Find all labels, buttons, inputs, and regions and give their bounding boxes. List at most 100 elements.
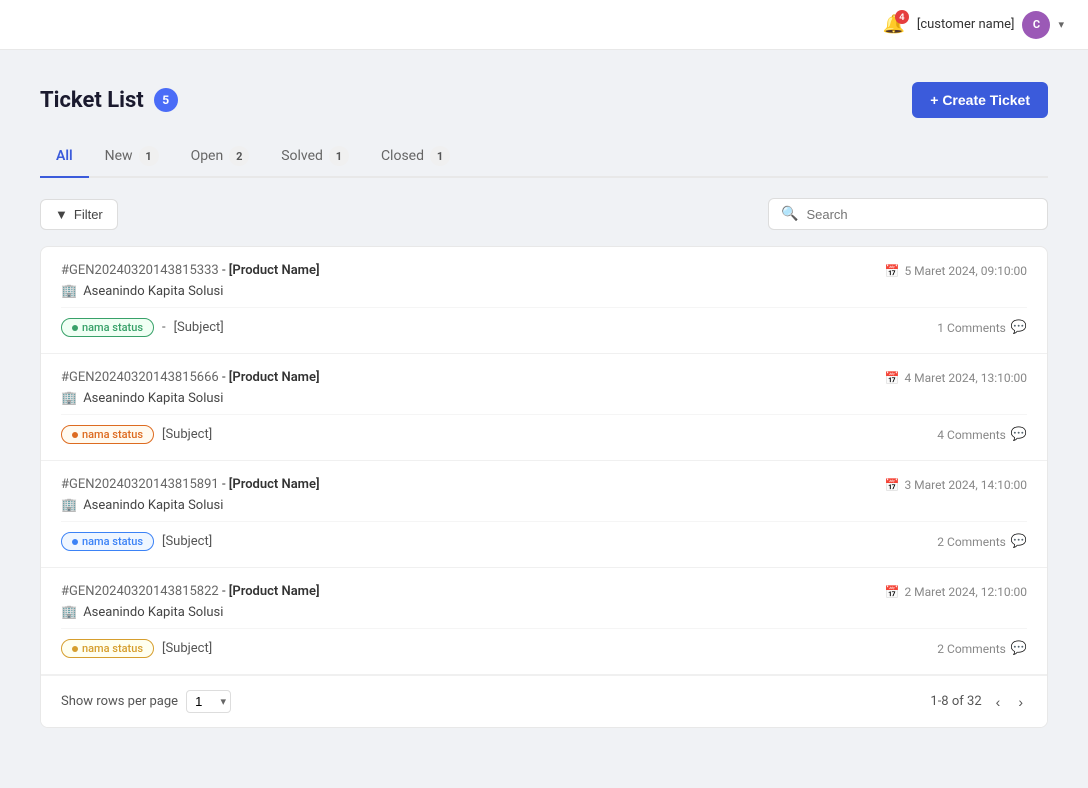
page-header: Ticket List 5 + Create Ticket bbox=[40, 82, 1048, 118]
ticket-subject-value: [Subject] bbox=[162, 641, 212, 656]
filter-icon: ▼ bbox=[55, 207, 68, 222]
ticket-id: #GEN20240320143815333 bbox=[61, 263, 219, 278]
ticket-top-row: #GEN20240320143815891 - [Product Name] 📅… bbox=[61, 477, 1027, 492]
ticket-subject-value: [Subject] bbox=[162, 534, 212, 549]
company-icon: 🏢 bbox=[61, 391, 77, 406]
status-badge: nama status bbox=[61, 639, 154, 658]
ticket-id-product: #GEN20240320143815333 - [Product Name] bbox=[61, 263, 320, 278]
status-dot bbox=[72, 325, 78, 331]
ticket-date: 📅 5 Maret 2024, 09:10:00 bbox=[885, 264, 1028, 278]
notification-button[interactable]: 🔔 4 bbox=[882, 14, 904, 35]
ticket-status-subject: nama status [Subject] bbox=[61, 532, 212, 551]
user-menu[interactable]: [customer name] C ▾ bbox=[917, 11, 1064, 39]
user-name-label: [customer name] bbox=[917, 17, 1015, 32]
rows-per-page-select[interactable]: 1 5 10 25 bbox=[186, 690, 231, 713]
tabs-bar: All New 1 Open 2 Solved 1 Closed 1 bbox=[40, 138, 1048, 178]
search-box[interactable]: 🔍 bbox=[768, 198, 1048, 230]
ticket-product: [Product Name] bbox=[229, 584, 320, 599]
next-page-button[interactable]: › bbox=[1014, 692, 1027, 712]
tab-solved[interactable]: Solved 1 bbox=[265, 138, 365, 178]
ticket-status-subject: nama status [Subject] bbox=[61, 425, 212, 444]
filter-button[interactable]: ▼ Filter bbox=[40, 199, 118, 230]
tab-open[interactable]: Open 2 bbox=[175, 138, 266, 178]
status-dot bbox=[72, 646, 78, 652]
page-title: Ticket List bbox=[40, 88, 144, 113]
search-input[interactable] bbox=[806, 207, 1035, 222]
topnav: 🔔 4 [customer name] C ▾ bbox=[0, 0, 1088, 50]
calendar-icon: 📅 bbox=[885, 264, 900, 278]
ticket-product: [Product Name] bbox=[229, 477, 320, 492]
ticket-company-row: 🏢 Aseanindo Kapita Solusi bbox=[61, 498, 1027, 522]
ticket-top-row: #GEN20240320143815666 - [Product Name] 📅… bbox=[61, 370, 1027, 385]
ticket-top-row: #GEN20240320143815822 - [Product Name] 📅… bbox=[61, 584, 1027, 599]
pagination-range: 1-8 of 32 bbox=[930, 694, 981, 709]
table-row[interactable]: #GEN20240320143815891 - [Product Name] 📅… bbox=[41, 461, 1047, 568]
ticket-id-product: #GEN20240320143815891 - [Product Name] bbox=[61, 477, 320, 492]
tickets-container: #GEN20240320143815333 - [Product Name] 📅… bbox=[40, 246, 1048, 728]
comment-icon: 💬 bbox=[1011, 427, 1027, 442]
filter-label: Filter bbox=[74, 207, 103, 222]
comment-icon: 💬 bbox=[1011, 534, 1027, 549]
main-content: Ticket List 5 + Create Ticket All New 1 … bbox=[0, 50, 1088, 760]
ticket-product: [Product Name] bbox=[229, 370, 320, 385]
table-row[interactable]: #GEN20240320143815666 - [Product Name] 📅… bbox=[41, 354, 1047, 461]
pagination-row: Show rows per page 1 5 10 25 1-8 of 32 ‹ bbox=[41, 675, 1047, 727]
toolbar: ▼ Filter 🔍 bbox=[40, 198, 1048, 230]
ticket-status-subject: nama status - [Subject] bbox=[61, 318, 224, 337]
company-name: Aseanindo Kapita Solusi bbox=[83, 498, 223, 513]
company-icon: 🏢 bbox=[61, 498, 77, 513]
chevron-down-icon: ▾ bbox=[1058, 18, 1064, 31]
table-row[interactable]: #GEN20240320143815333 - [Product Name] 📅… bbox=[41, 247, 1047, 354]
ticket-date: 📅 4 Maret 2024, 13:10:00 bbox=[885, 371, 1028, 385]
rows-per-page: Show rows per page 1 5 10 25 bbox=[61, 690, 231, 713]
ticket-status-subject: nama status [Subject] bbox=[61, 639, 212, 658]
ticket-date: 📅 3 Maret 2024, 14:10:00 bbox=[885, 478, 1028, 492]
status-dot bbox=[72, 432, 78, 438]
tab-new[interactable]: New 1 bbox=[89, 138, 175, 178]
ticket-comments: 2 Comments 💬 bbox=[937, 641, 1027, 656]
company-icon: 🏢 bbox=[61, 284, 77, 299]
ticket-date: 📅 2 Maret 2024, 12:10:00 bbox=[885, 585, 1028, 599]
ticket-bottom-row: nama status [Subject] 2 Comments 💬 bbox=[61, 532, 1027, 551]
comment-icon: 💬 bbox=[1011, 320, 1027, 335]
company-name: Aseanindo Kapita Solusi bbox=[83, 284, 223, 299]
ticket-company-row: 🏢 Aseanindo Kapita Solusi bbox=[61, 284, 1027, 308]
status-badge: nama status bbox=[61, 425, 154, 444]
company-name: Aseanindo Kapita Solusi bbox=[83, 391, 223, 406]
pagination-info: 1-8 of 32 ‹ › bbox=[930, 692, 1027, 712]
create-ticket-button[interactable]: + Create Ticket bbox=[912, 82, 1048, 118]
ticket-comments: 2 Comments 💬 bbox=[937, 534, 1027, 549]
company-icon: 🏢 bbox=[61, 605, 77, 620]
ticket-id-product: #GEN20240320143815666 - [Product Name] bbox=[61, 370, 320, 385]
ticket-bottom-row: nama status [Subject] 2 Comments 💬 bbox=[61, 639, 1027, 658]
ticket-product: [Product Name] bbox=[229, 263, 320, 278]
notification-badge: 4 bbox=[895, 10, 909, 24]
ticket-subject-value: [Subject] bbox=[162, 427, 212, 442]
tab-all[interactable]: All bbox=[40, 138, 89, 178]
title-count-badge: 5 bbox=[154, 88, 178, 112]
ticket-id: #GEN20240320143815891 bbox=[61, 477, 219, 492]
ticket-top-row: #GEN20240320143815333 - [Product Name] 📅… bbox=[61, 263, 1027, 278]
company-name: Aseanindo Kapita Solusi bbox=[83, 605, 223, 620]
rows-per-page-label: Show rows per page bbox=[61, 694, 178, 709]
ticket-id: #GEN20240320143815822 bbox=[61, 584, 219, 599]
ticket-company-row: 🏢 Aseanindo Kapita Solusi bbox=[61, 605, 1027, 629]
ticket-company-row: 🏢 Aseanindo Kapita Solusi bbox=[61, 391, 1027, 415]
ticket-id-product: #GEN20240320143815822 - [Product Name] bbox=[61, 584, 320, 599]
ticket-comments: 1 Comments 💬 bbox=[937, 320, 1027, 335]
status-badge: nama status bbox=[61, 532, 154, 551]
ticket-subject: - bbox=[162, 320, 166, 335]
table-row[interactable]: #GEN20240320143815822 - [Product Name] 📅… bbox=[41, 568, 1047, 675]
tab-closed[interactable]: Closed 1 bbox=[365, 138, 466, 178]
search-icon: 🔍 bbox=[781, 206, 798, 222]
ticket-bottom-row: nama status - [Subject] 1 Comments 💬 bbox=[61, 318, 1027, 337]
ticket-id: #GEN20240320143815666 bbox=[61, 370, 219, 385]
calendar-icon: 📅 bbox=[885, 585, 900, 599]
status-badge: nama status bbox=[61, 318, 154, 337]
calendar-icon: 📅 bbox=[885, 478, 900, 492]
page-title-row: Ticket List 5 bbox=[40, 88, 178, 113]
calendar-icon: 📅 bbox=[885, 371, 900, 385]
prev-page-button[interactable]: ‹ bbox=[992, 692, 1005, 712]
status-dot bbox=[72, 539, 78, 545]
ticket-comments: 4 Comments 💬 bbox=[937, 427, 1027, 442]
